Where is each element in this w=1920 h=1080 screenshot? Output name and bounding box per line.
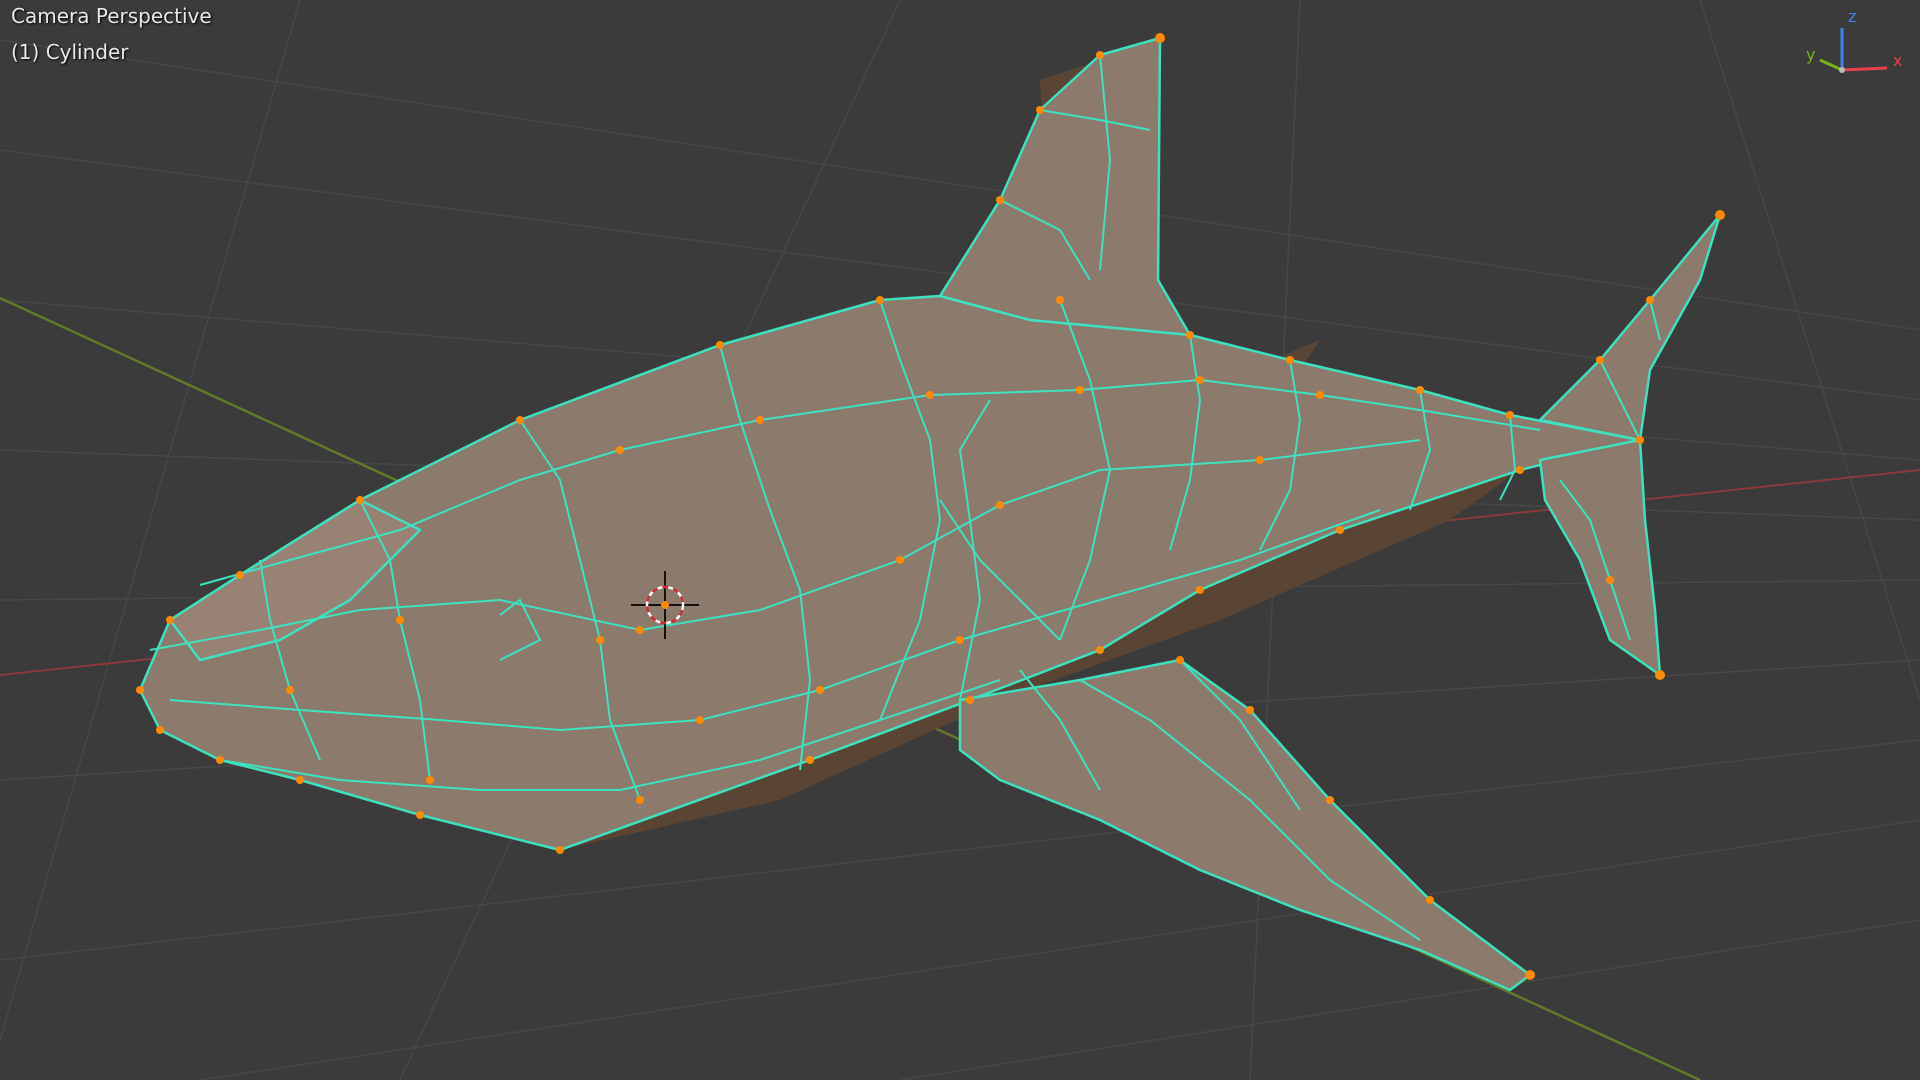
- viewport-canvas[interactable]: [0, 0, 1920, 1080]
- 3d-viewport[interactable]: Camera Perspective (1) Cylinder z x y: [0, 0, 1920, 1080]
- navigation-gizmo[interactable]: z x y: [1780, 0, 1920, 100]
- shark-mesh[interactable]: [136, 33, 1725, 992]
- active-object-label: (1) Cylinder: [11, 40, 129, 64]
- gizmo-z-label: z: [1848, 7, 1856, 26]
- axis-gizmo-icon[interactable]: z x y: [1806, 7, 1902, 73]
- gizmo-y-label: y: [1806, 45, 1815, 64]
- view-title: Camera Perspective: [11, 4, 212, 28]
- gizmo-x-label: x: [1893, 51, 1902, 70]
